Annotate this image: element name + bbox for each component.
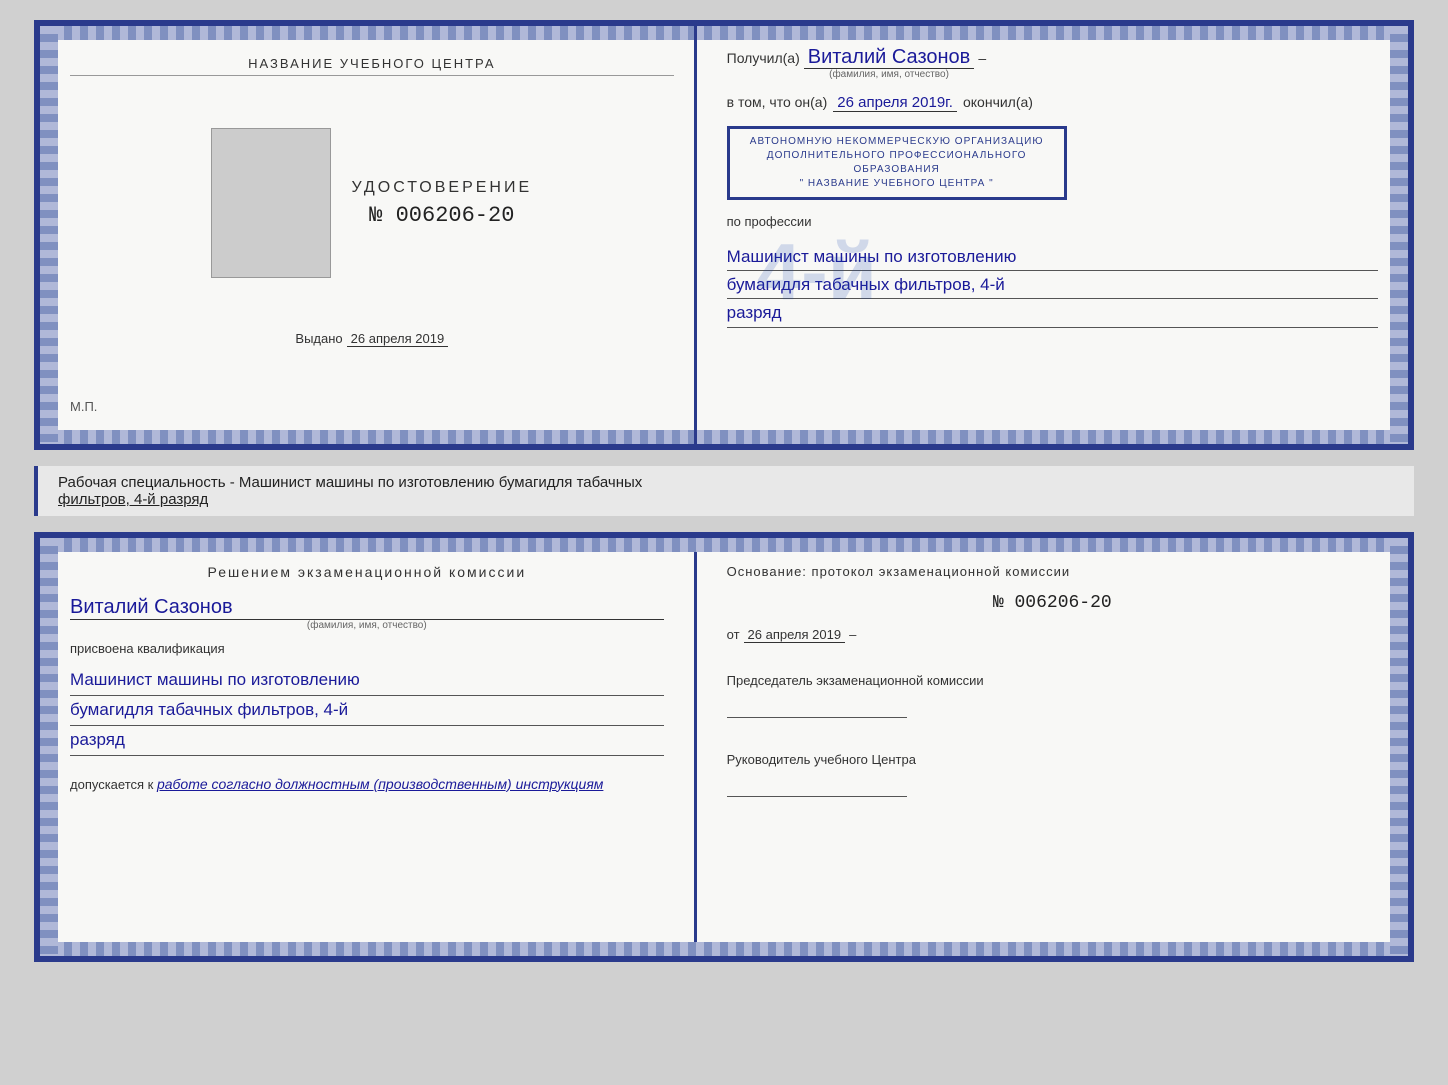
middle-text-1: Рабочая специальность - Машинист машины … — [58, 474, 642, 491]
qual-line2: бумагидля табачных фильтров, 4-й — [70, 696, 664, 726]
dash-1: – — [978, 50, 986, 66]
vydano-block: Выдано 26 апреля 2019 — [295, 331, 448, 347]
predsedatel-block: Председатель экзаменационной комиссии — [727, 673, 1378, 718]
profession-block-top: Машинист машины по изготовлению бумагидл… — [727, 243, 1378, 328]
ot-dash: – — [849, 627, 856, 642]
udost-number: № 006206-20 — [351, 203, 532, 228]
middle-label: Рабочая специальность - Машинист машины … — [34, 466, 1414, 516]
protocol-number: № 006206-20 — [727, 593, 1378, 613]
vtom-label: в том, что он(а) — [727, 94, 828, 110]
dopuskaetsya-block: допускается к работе согласно должностны… — [70, 776, 664, 792]
cert-bottom-right: Основание: протокол экзаменационной коми… — [697, 538, 1408, 956]
mp-label: М.П. — [70, 399, 97, 414]
poluchil-line: Получил(а) Виталий Сазонов (фамилия, имя… — [727, 46, 1378, 80]
middle-text-2: фильтров, 4-й разряд — [58, 491, 208, 508]
recipient-name-top: Виталий Сазонов — [804, 46, 975, 69]
profession-line3: разряд — [727, 299, 1378, 327]
qual-line3: разряд — [70, 726, 664, 756]
qual-line1: Машинист машины по изготовлению — [70, 666, 664, 696]
bottom-certificate: Решением экзаменационной комиссии Витали… — [34, 532, 1414, 962]
stamp-line2: ДОПОЛНИТЕЛЬНОГО ПРОФЕССИОНАЛЬНОГО ОБРАЗО… — [740, 149, 1054, 177]
cert-left-panel: НАЗВАНИЕ УЧЕБНОГО ЦЕНТРА УДОСТОВЕРЕНИЕ №… — [40, 26, 697, 444]
top-certificate: НАЗВАНИЕ УЧЕБНОГО ЦЕНТРА УДОСТОВЕРЕНИЕ №… — [34, 20, 1414, 450]
rukovoditel-label: Руководитель учебного Центра — [727, 752, 1378, 767]
dopuskaetsya-label: допускается к — [70, 777, 153, 792]
po-professii: по профессии — [727, 214, 1378, 229]
name-sub-bottom: (фамилия, имя, отчество) — [70, 620, 664, 631]
resheniem-title: Решением экзаменационной комиссии — [70, 564, 664, 580]
rukovoditel-signature — [727, 777, 907, 797]
stamp-area: 4-й АВТОНОМНУЮ НЕКОММЕРЧЕСКУЮ ОРГАНИЗАЦИ… — [727, 126, 1378, 200]
right-edge-decoration-bottom — [1390, 538, 1408, 956]
profession-line2: бумагидля табачных фильтров, 4-й — [727, 271, 1378, 299]
stamp-line3: " НАЗВАНИЕ УЧЕБНОГО ЦЕНТРА " — [740, 177, 1054, 191]
qualification-block: Машинист машины по изготовлению бумагидл… — [70, 666, 664, 756]
cert-right-panel: Получил(а) Виталий Сазонов (фамилия, имя… — [697, 26, 1408, 444]
ot-date: 26 апреля 2019 — [744, 627, 846, 643]
bottom-cert-left-edge — [40, 538, 58, 956]
rukovoditel-block: Руководитель учебного Центра — [727, 752, 1378, 797]
vydano-date: 26 апреля 2019 — [347, 331, 449, 347]
udost-block: УДОСТОВЕРЕНИЕ № 006206-20 — [351, 179, 532, 228]
org-name-top: НАЗВАНИЕ УЧЕБНОГО ЦЕНТРА — [70, 56, 674, 76]
vydano-label: Выдано — [295, 331, 342, 346]
prisvoyena-label: присвоена квалификация — [70, 641, 664, 656]
cert-bottom-left: Решением экзаменационной комиссии Витали… — [40, 538, 697, 956]
predsedatel-signature — [727, 698, 907, 718]
right-edge-decoration-top — [1390, 26, 1408, 444]
okonchil-label: окончил(а) — [963, 94, 1033, 110]
dopuskaetsya-value: работе согласно должностным (производств… — [157, 776, 603, 792]
ot-line: от 26 апреля 2019 – — [727, 627, 1378, 643]
recipient-name-sub-top: (фамилия, имя, отчество) — [804, 69, 975, 80]
profession-line1: Машинист машины по изготовлению — [727, 243, 1378, 271]
ot-label: от — [727, 627, 740, 642]
name-handwritten-bottom: Виталий Сазонов — [70, 596, 664, 620]
stamp-line1: АВТОНОМНУЮ НЕКОММЕРЧЕСКУЮ ОРГАНИЗАЦИЮ — [740, 135, 1054, 149]
vtom-date: 26 апреля 2019г. — [833, 94, 957, 112]
osnovanie-label: Основание: протокол экзаменационной коми… — [727, 564, 1378, 579]
poluchil-label: Получил(а) — [727, 50, 800, 66]
name-block-bottom: Виталий Сазонов (фамилия, имя, отчество) — [70, 596, 664, 631]
stamp-box: АВТОНОМНУЮ НЕКОММЕРЧЕСКУЮ ОРГАНИЗАЦИЮ ДО… — [727, 126, 1067, 200]
vtom-line: в том, что он(а) 26 апреля 2019г. окончи… — [727, 94, 1378, 112]
udost-title: УДОСТОВЕРЕНИЕ — [351, 179, 532, 197]
photo-placeholder — [211, 128, 331, 278]
predsedatel-label: Председатель экзаменационной комиссии — [727, 673, 1378, 688]
